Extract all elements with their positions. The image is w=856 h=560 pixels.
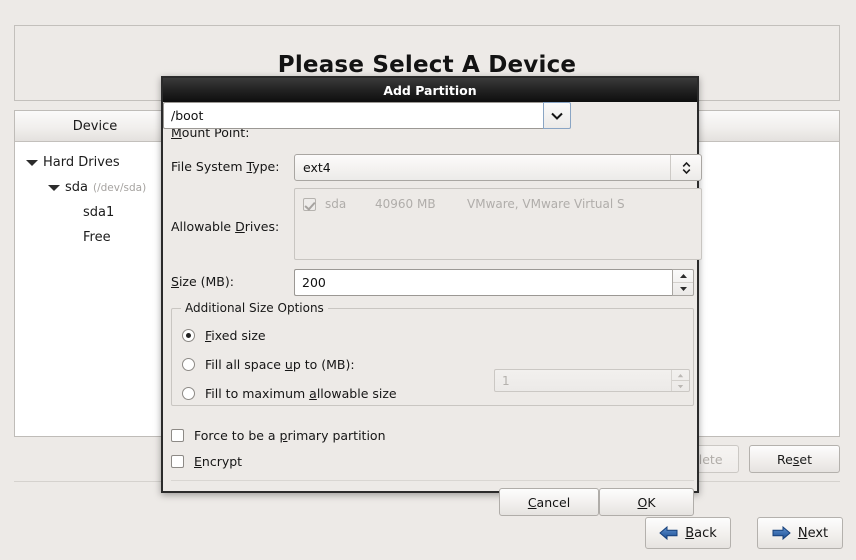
stepper-down-icon[interactable] [672,381,689,391]
mount-point-value: /boot [171,108,204,123]
chevron-down-icon[interactable] [543,102,571,129]
allowable-drives-list[interactable]: sda 40960 MB VMware, VMware Virtual S [294,188,702,260]
checkbox-icon[interactable] [171,429,184,442]
next-button-label: Next [797,525,829,541]
dialog-divider [171,480,694,481]
dialog-body: Mount Point: /boot File System Type: ext… [163,102,702,516]
reset-button[interactable]: Reset [749,445,840,473]
dialog-title: Add Partition [383,82,477,98]
stepper-up-icon[interactable] [673,270,693,283]
tree-item-label: Hard Drives [43,155,120,170]
radio-label: Fill all space up to (MB): [205,357,355,372]
cancel-button-label: Cancel [527,494,571,510]
stepper-up-icon[interactable] [672,370,689,381]
next-button[interactable]: Next [757,517,843,549]
allowable-drives-label: Allowable Drives: [171,219,280,234]
size-field[interactable]: 200 [294,269,702,296]
tree-item-label: sda1 [83,205,115,220]
expanded-arrow-icon[interactable] [47,181,60,194]
radio-icon[interactable] [182,387,195,400]
back-button[interactable]: Back [645,517,731,549]
column-header-device: Device [72,118,118,134]
fill-up-to-value: 1 [502,373,510,388]
filesystem-type-value: ext4 [303,160,331,175]
tree-item-label: Free [83,230,111,245]
radio-fill-all-space-up-to[interactable]: Fill all space up to (MB): [182,357,355,372]
radio-label: Fixed size [205,328,266,343]
fill-up-to-stepper[interactable] [671,370,689,391]
drive-size: 40960 MB [375,197,436,211]
filesystem-type-combo[interactable]: ext4 [294,154,702,181]
cancel-button[interactable]: Cancel [499,488,599,516]
ok-button-label: OK [637,494,656,510]
radio-fill-to-maximum-allowable-size[interactable]: Fill to maximum allowable size [182,386,397,401]
tree-item-device-path: (/dev/sda) [93,181,147,194]
radio-icon[interactable] [182,358,195,371]
mount-point-input[interactable]: /boot [163,102,543,129]
additional-size-options-legend: Additional Size Options [181,301,328,315]
reset-button-label: Reset [777,451,812,467]
stepper-down-icon[interactable] [673,283,693,295]
ok-button[interactable]: OK [599,488,694,516]
checkbox-encrypt[interactable]: Encrypt [171,454,242,469]
checkbox-icon[interactable] [171,455,184,468]
drive-checkbox[interactable] [303,197,316,211]
expanded-arrow-icon[interactable] [25,156,38,169]
size-stepper[interactable] [672,269,694,296]
fill-up-to-input[interactable]: 1 [494,369,690,392]
size-input[interactable]: 200 [294,269,672,296]
back-button-label: Back [685,525,717,541]
left-arrow-icon [659,526,678,540]
radio-label: Fill to maximum allowable size [205,386,397,401]
radio-icon[interactable] [182,329,195,342]
additional-size-options-group: Additional Size Options Fixed size Fill … [171,301,694,406]
checkbox-force-primary-partition[interactable]: Force to be a primary partition [171,428,386,443]
right-arrow-icon [772,526,791,540]
drive-model: VMware, VMware Virtual S [467,197,625,211]
drive-row-sda[interactable]: sda 40960 MB VMware, VMware Virtual S [295,189,701,215]
page-title: Please Select A Device [277,52,577,78]
drive-name: sda [325,197,347,211]
up-down-chevron-icon[interactable] [670,155,701,180]
checkbox-label: Encrypt [194,454,243,469]
checkbox-label: Force to be a primary partition [194,428,386,443]
mount-point-combo[interactable]: /boot [163,102,571,129]
tree-item-label: sda [65,180,88,195]
dialog-titlebar: Add Partition [163,78,697,102]
radio-fixed-size[interactable]: Fixed size [182,328,266,343]
size-label: Size (MB): [171,274,234,289]
add-partition-dialog: Add Partition Mount Point: /boot File Sy… [161,76,702,516]
size-value: 200 [302,275,326,290]
filesystem-type-label: File System Type: [171,159,280,174]
